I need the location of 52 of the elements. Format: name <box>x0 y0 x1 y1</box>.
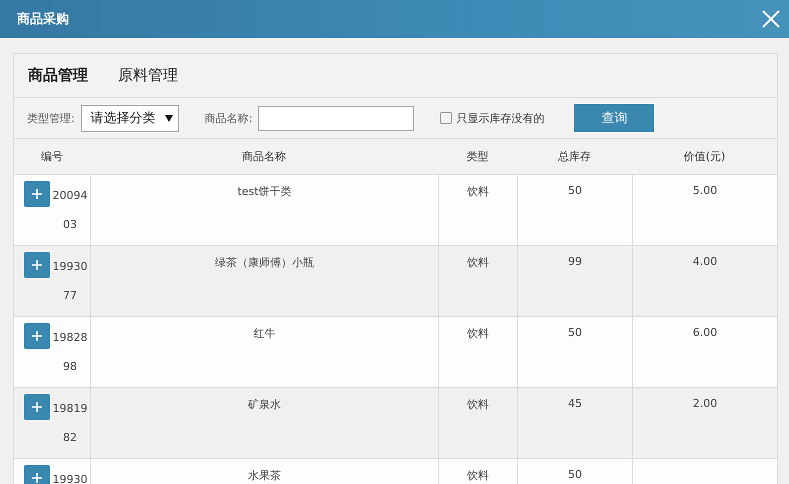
name-input-field[interactable] <box>258 106 414 130</box>
table-cell-text: 19930 <box>52 472 88 484</box>
table-cell-text: 2009403 <box>52 188 88 233</box>
category-label: 类型管理: <box>27 110 75 126</box>
table-cell-text: 99 <box>568 255 582 270</box>
column-header: 编号 <box>40 149 64 165</box>
table-cell-text: 50 <box>568 184 582 199</box>
table-cell-text: 绿茶（康师傅）小瓶 <box>215 255 314 271</box>
checkbox[interactable] <box>440 112 452 124</box>
table-cell-text: 红牛 <box>254 326 276 342</box>
category-dropdown[interactable]: 请选择分类 <box>80 104 179 132</box>
tab[interactable]: 原料管理 <box>118 66 178 85</box>
plus-icon <box>32 189 42 199</box>
table-cell-text: 50 <box>568 468 582 483</box>
table-cell: 饮料 <box>467 468 489 484</box>
table-cell-text: 4.00 <box>692 255 718 270</box>
close-button[interactable] <box>761 9 781 29</box>
add-button[interactable] <box>24 394 50 420</box>
plus-icon <box>32 260 42 270</box>
column-header: 商品名称 <box>241 149 287 165</box>
close-icon <box>761 9 781 29</box>
add-button[interactable] <box>24 323 50 349</box>
table-cell-text: test饼干类 <box>237 184 292 200</box>
column-header: 总库存 <box>557 149 592 165</box>
plus-icon <box>32 331 42 341</box>
plus-icon <box>32 473 42 483</box>
add-button[interactable] <box>24 252 50 278</box>
table-cell-text: 50 <box>568 326 582 341</box>
table-cell-text: 饮料 <box>467 184 489 200</box>
add-button[interactable] <box>24 465 50 484</box>
table-cell-text: 饮料 <box>467 397 489 413</box>
window-title: 商品采购 <box>17 10 69 28</box>
column-header: 价值(元) <box>682 149 726 165</box>
table-cell-text: 1993077 <box>52 259 88 304</box>
table-cell: 水果茶 <box>248 468 281 484</box>
table-cell-text: 1982898 <box>52 330 88 375</box>
query-button[interactable]: 查询 <box>574 104 654 132</box>
table-cell-text: 饮料 <box>467 255 489 271</box>
caret-icon <box>164 114 173 122</box>
column-header: 类型 <box>466 149 490 165</box>
table-cell-text: 5.00 <box>692 184 718 199</box>
table-cell-text: 6.00 <box>692 326 718 341</box>
table-cell-text: 矿泉水 <box>248 397 281 413</box>
table-cell-text: 45 <box>568 397 582 412</box>
name-label: 商品名称: <box>204 110 252 126</box>
checkbox-label: 只显示库存没有的 <box>456 110 544 126</box>
table-cell-text: 2.00 <box>692 397 718 412</box>
table-cell-text: 饮料 <box>467 326 489 342</box>
plus-icon <box>32 402 42 412</box>
tab[interactable]: 商品管理 <box>28 66 88 85</box>
add-button[interactable] <box>24 181 50 207</box>
table-cell-text: 1981982 <box>52 401 88 446</box>
